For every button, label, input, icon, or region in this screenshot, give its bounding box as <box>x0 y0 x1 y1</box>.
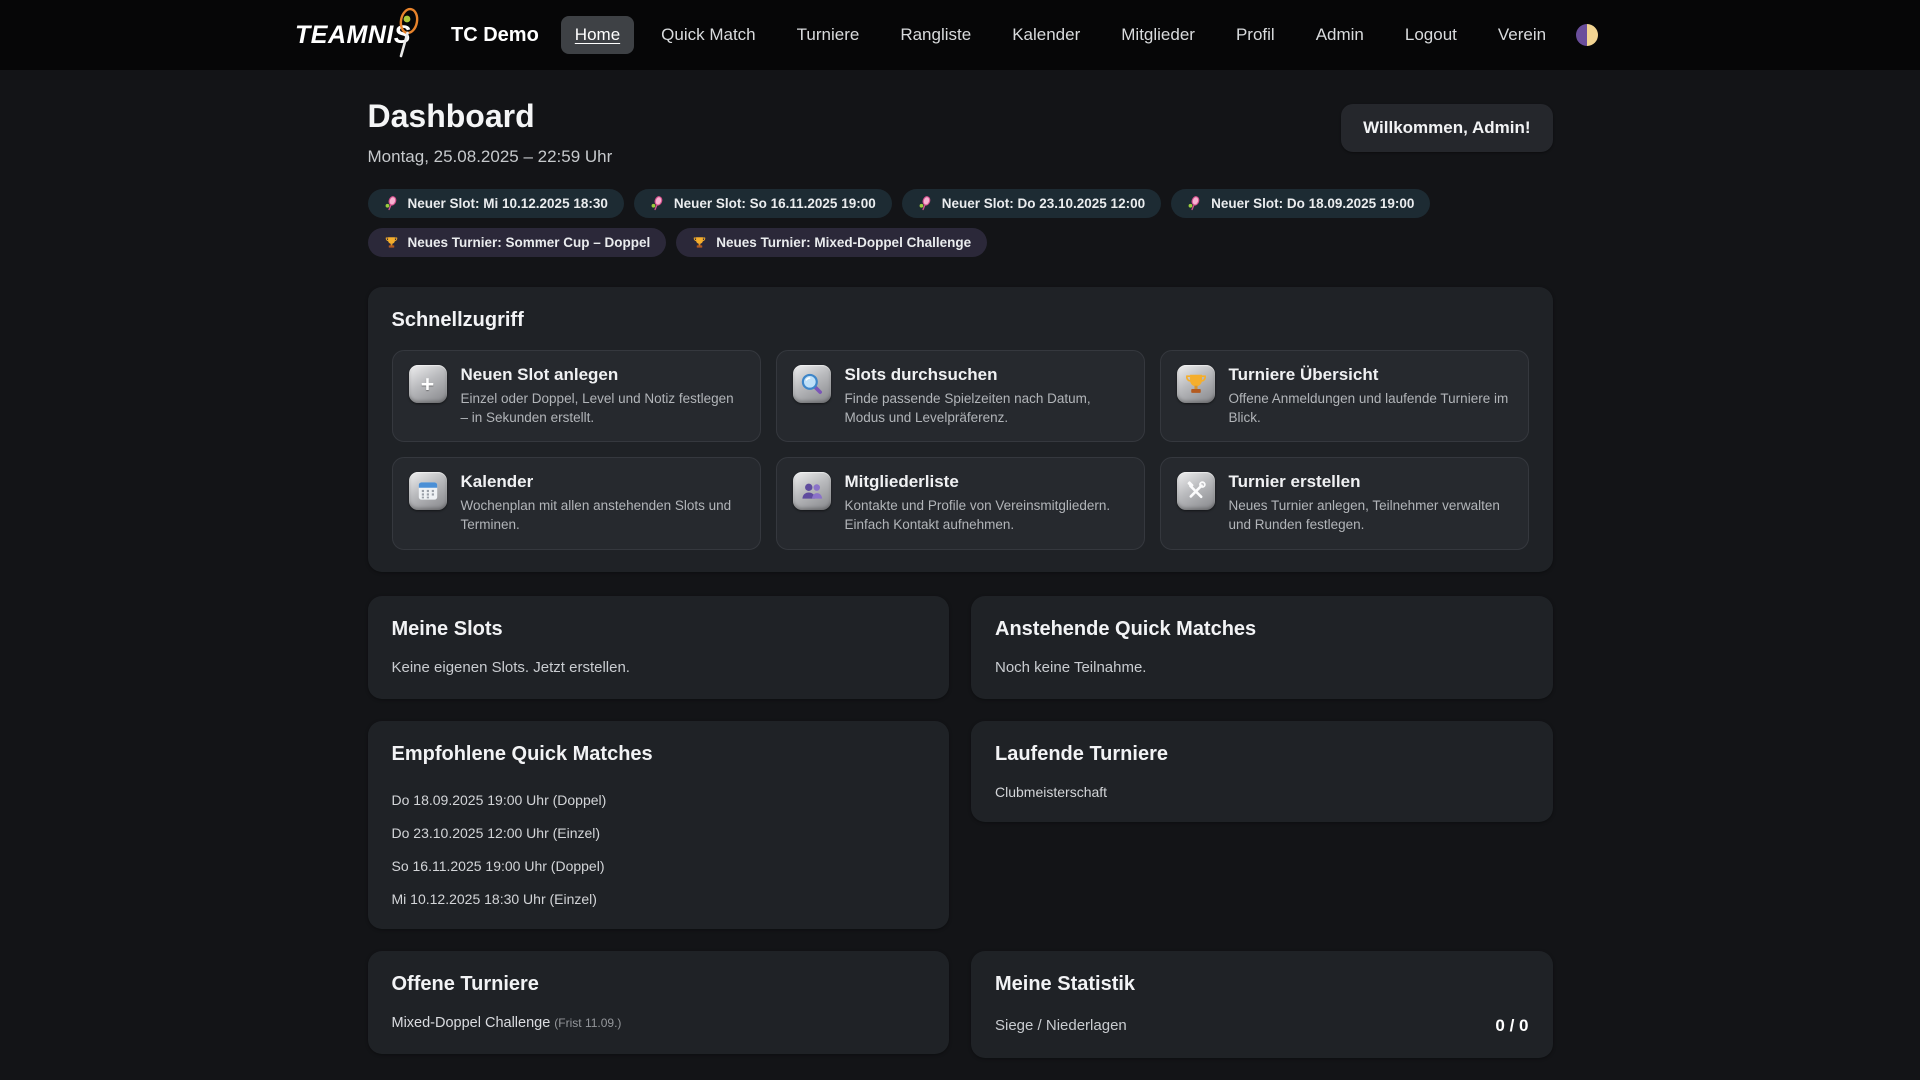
card-title: Neuen Slot anlegen <box>461 365 744 385</box>
card-desc: Einzel oder Doppel, Level und Notiz fest… <box>461 390 744 427</box>
trophy-icon <box>384 235 399 250</box>
card-desc: Neues Turnier anlegen, Teilnehmer verwal… <box>1229 497 1512 534</box>
panel-title: Laufende Turniere <box>995 743 1529 766</box>
card-kalender[interactable]: Kalender Wochenplan mit allen anstehende… <box>392 457 761 549</box>
magnifier-icon <box>793 365 831 403</box>
panel-title: Meine Slots <box>392 618 926 641</box>
tennis-racket-icon <box>1187 196 1202 211</box>
slot-chip[interactable]: Neuer Slot: So 16.11.2025 19:00 <box>634 189 892 218</box>
page-title: Dashboard <box>368 98 613 135</box>
navbar-inner: TEAMNIS TC Demo Home Quick Match Turnier… <box>295 16 1625 54</box>
card-title: Kalender <box>461 472 744 492</box>
slot-chip[interactable]: Neuer Slot: Mi 10.12.2025 18:30 <box>368 189 624 218</box>
empty-state-text: Keine eigenen Slots. Jetzt erstellen. <box>392 659 630 676</box>
slot-chip[interactable]: Neuer Slot: Do 23.10.2025 12:00 <box>902 189 1161 218</box>
card-title: Slots durchsuchen <box>845 365 1128 385</box>
anstehende-quick-matches-panel: Anstehende Quick Matches Noch keine Teil… <box>971 596 1553 699</box>
page-date: Montag, 25.08.2025 – 22:59 Uhr <box>368 147 613 167</box>
calendar-icon <box>409 472 447 510</box>
quick-match-item[interactable]: Do 18.09.2025 19:00 Uhr (Doppel) <box>392 792 926 808</box>
slot-chip-label: Neuer Slot: So 16.11.2025 19:00 <box>674 196 876 211</box>
slot-notification-chips: Neuer Slot: Mi 10.12.2025 18:30 Neuer Sl… <box>368 189 1553 218</box>
quick-match-item[interactable]: Mi 10.12.2025 18:30 Uhr (Einzel) <box>392 891 926 907</box>
meine-statistik-panel: Meine Statistik Siege / Niederlagen 0 / … <box>971 951 1553 1058</box>
page-header-left: Dashboard Montag, 25.08.2025 – 22:59 Uhr <box>368 98 613 167</box>
quick-access-title: Schnellzugriff <box>392 309 1529 332</box>
brand-logo[interactable]: TEAMNIS <box>295 21 427 50</box>
meine-slots-panel: Meine Slots Keine eigenen Slots. Jetzt e… <box>368 596 950 699</box>
laufende-turniere-panel: Laufende Turniere Clubmeisterschaft <box>971 721 1553 822</box>
tools-icon <box>1177 472 1215 510</box>
trophy-icon <box>692 235 707 250</box>
quick-access-grid: + Neuen Slot anlegen Einzel oder Doppel,… <box>392 350 1529 550</box>
slot-chip-label: Neuer Slot: Mi 10.12.2025 18:30 <box>408 196 608 211</box>
tournament-item[interactable]: Mixed-Doppel Challenge <box>392 1015 551 1031</box>
tennis-racket-icon <box>918 196 933 211</box>
nav-item-quick-match[interactable]: Quick Match <box>647 16 769 54</box>
half-moon-icon[interactable] <box>1576 24 1598 46</box>
nav-links: Home Quick Match Turniere Rangliste Kale… <box>561 16 1560 54</box>
nav-item-verein[interactable]: Verein <box>1484 16 1560 54</box>
tournament-item[interactable]: Clubmeisterschaft <box>995 784 1529 800</box>
offene-turniere-panel: Offene Turniere Mixed-Doppel Challenge(F… <box>368 951 950 1054</box>
page-header: Dashboard Montag, 25.08.2025 – 22:59 Uhr… <box>368 98 1553 167</box>
quick-access-panel: Schnellzugriff + Neuen Slot anlegen Einz… <box>368 287 1553 572</box>
card-title: Turniere Übersicht <box>1229 365 1512 385</box>
nav-item-mitglieder[interactable]: Mitglieder <box>1107 16 1209 54</box>
empty-state-text: Noch keine Teilnahme. <box>995 659 1146 676</box>
card-desc: Offene Anmeldungen und laufende Turniere… <box>1229 390 1512 427</box>
card-desc: Wochenplan mit allen anstehenden Slots u… <box>461 497 744 534</box>
card-neuen-slot-anlegen[interactable]: + Neuen Slot anlegen Einzel oder Doppel,… <box>392 350 761 442</box>
tournament-deadline: (Frist 11.09.) <box>554 1016 621 1030</box>
quick-match-item[interactable]: Do 23.10.2025 12:00 Uhr (Einzel) <box>392 825 926 841</box>
nav-item-logout[interactable]: Logout <box>1391 16 1471 54</box>
navbar: TEAMNIS TC Demo Home Quick Match Turnier… <box>0 0 1920 70</box>
nav-item-rangliste[interactable]: Rangliste <box>886 16 985 54</box>
empfohlene-quick-matches-panel: Empfohlene Quick Matches Do 18.09.2025 1… <box>368 721 950 929</box>
card-turnier-erstellen[interactable]: Turnier erstellen Neues Turnier anlegen,… <box>1160 457 1529 549</box>
card-mitgliederliste[interactable]: Mitgliederliste Kontakte und Profile von… <box>776 457 1145 549</box>
slot-chip-label: Neuer Slot: Do 18.09.2025 19:00 <box>1211 196 1414 211</box>
nav-item-kalender[interactable]: Kalender <box>998 16 1094 54</box>
panel-title: Offene Turniere <box>392 973 926 996</box>
panel-title: Empfohlene Quick Matches <box>392 743 926 766</box>
card-desc: Finde passende Spielzeiten nach Datum, M… <box>845 390 1128 427</box>
stat-value: 0 / 0 <box>1495 1016 1528 1036</box>
tournament-chip-label: Neues Turnier: Sommer Cup – Doppel <box>408 235 651 250</box>
tournament-chip-label: Neues Turnier: Mixed-Doppel Challenge <box>716 235 971 250</box>
stat-label: Siege / Niederlagen <box>995 1017 1127 1034</box>
nav-item-profil[interactable]: Profil <box>1222 16 1289 54</box>
panel-title: Anstehende Quick Matches <box>995 618 1529 641</box>
main-content: Dashboard Montag, 25.08.2025 – 22:59 Uhr… <box>368 70 1553 1058</box>
nav-item-turniere[interactable]: Turniere <box>783 16 874 54</box>
slot-chip[interactable]: Neuer Slot: Do 18.09.2025 19:00 <box>1171 189 1430 218</box>
welcome-badge: Willkommen, Admin! <box>1341 104 1552 152</box>
quick-match-item[interactable]: So 16.11.2025 19:00 Uhr (Doppel) <box>392 858 926 874</box>
nav-item-home[interactable]: Home <box>561 16 634 54</box>
club-name: TC Demo <box>451 24 539 47</box>
tennis-racket-icon <box>384 196 399 211</box>
card-title: Mitgliederliste <box>845 472 1128 492</box>
tennis-racket-logo-icon <box>393 6 423 62</box>
tennis-racket-icon <box>650 196 665 211</box>
tournament-chip[interactable]: Neues Turnier: Sommer Cup – Doppel <box>368 228 667 257</box>
people-icon <box>793 472 831 510</box>
panel-title: Meine Statistik <box>995 973 1529 996</box>
dashboard-panels: Meine Slots Keine eigenen Slots. Jetzt e… <box>368 596 1553 1058</box>
plus-icon: + <box>409 365 447 403</box>
stat-row: Siege / Niederlagen 0 / 0 <box>995 1016 1529 1036</box>
slot-chip-label: Neuer Slot: Do 23.10.2025 12:00 <box>942 196 1145 211</box>
tournament-chip[interactable]: Neues Turnier: Mixed-Doppel Challenge <box>676 228 987 257</box>
card-desc: Kontakte und Profile von Vereinsmitglied… <box>845 497 1128 534</box>
tournament-notification-chips: Neues Turnier: Sommer Cup – Doppel Neues… <box>368 228 1553 257</box>
card-slots-durchsuchen[interactable]: Slots durchsuchen Finde passende Spielze… <box>776 350 1145 442</box>
nav-item-admin[interactable]: Admin <box>1302 16 1378 54</box>
card-turniere-uebersicht[interactable]: Turniere Übersicht Offene Anmeldungen un… <box>1160 350 1529 442</box>
card-title: Turnier erstellen <box>1229 472 1512 492</box>
trophy-icon <box>1177 365 1215 403</box>
